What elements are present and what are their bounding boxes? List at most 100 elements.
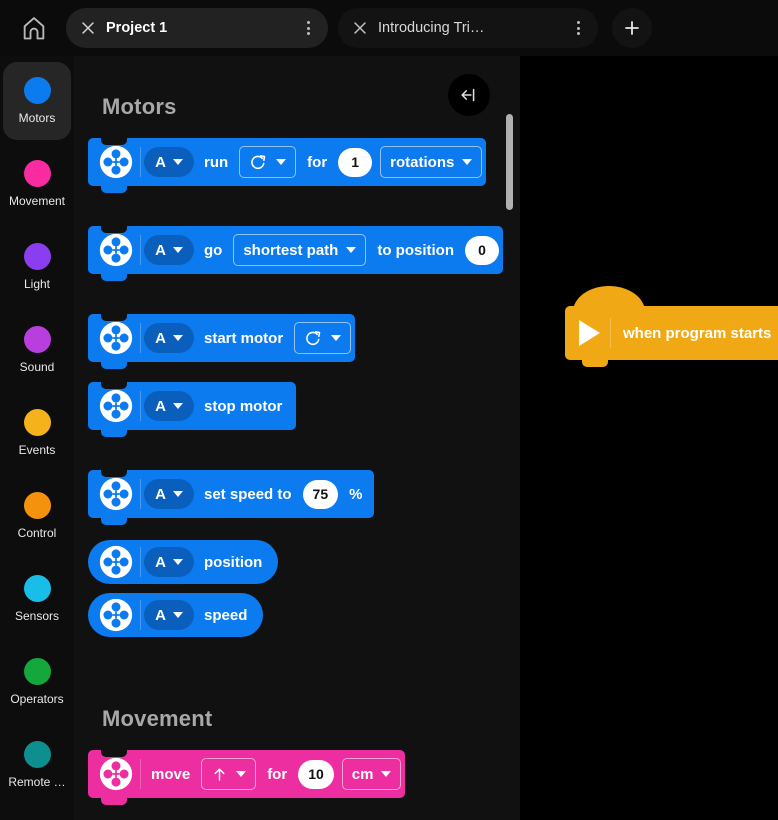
motor-wheel-icon: [92, 470, 140, 518]
sidebar-item-operators[interactable]: Operators: [3, 643, 71, 721]
sidebar-item-label: Motors: [18, 111, 56, 125]
port-select[interactable]: A: [144, 600, 194, 630]
category-color-dot: [23, 658, 51, 685]
kebab-menu-icon[interactable]: [300, 19, 316, 37]
close-icon[interactable]: [352, 20, 368, 36]
sidebar-item-remote[interactable]: Remote …: [3, 726, 71, 804]
chevron-down-icon: [381, 771, 392, 777]
block-motor-start[interactable]: A start motor: [88, 314, 356, 369]
block-label-for: for: [307, 153, 328, 171]
top-bar: Project 1 Introducing Tri…: [0, 0, 778, 56]
chevron-down-icon: [172, 403, 183, 409]
sidebar-item-sensors[interactable]: Sensors: [3, 560, 71, 638]
close-icon[interactable]: [80, 20, 96, 36]
chevron-down-icon: [462, 159, 473, 165]
category-color-dot: [23, 326, 51, 353]
chevron-down-icon: [172, 159, 183, 165]
chevron-down-icon: [346, 247, 357, 253]
category-color-dot: [23, 741, 51, 768]
distance-input[interactable]: 10: [298, 759, 334, 789]
port-select[interactable]: A: [144, 323, 194, 353]
kebab-menu-icon[interactable]: [570, 19, 586, 37]
block-label-percent: %: [349, 485, 363, 503]
motor-wheel-icon: [92, 382, 140, 430]
sidebar-item-events[interactable]: Events: [3, 394, 71, 472]
sidebar-item-label: Sensors: [14, 609, 60, 623]
chevron-down-icon: [172, 559, 183, 565]
port-value: A: [155, 485, 166, 503]
rotations-input[interactable]: 1: [338, 147, 373, 177]
plus-icon: [625, 21, 639, 35]
direction-select[interactable]: [294, 322, 352, 354]
block-label-stop-motor: stop motor: [204, 397, 283, 415]
unit-select[interactable]: rotations: [380, 146, 483, 178]
port-select[interactable]: A: [144, 391, 194, 421]
block-move-for[interactable]: move for 10 cm: [88, 750, 406, 805]
sidebar-item-control[interactable]: Control: [3, 477, 71, 555]
block-motor-run[interactable]: A run for 1 rotations: [88, 138, 487, 193]
category-sidebar: Motors Movement Light Sound Events Contr…: [0, 56, 74, 820]
sidebar-item-label: Movement: [8, 194, 66, 208]
sidebar-item-motors[interactable]: Motors: [3, 62, 71, 140]
collapse-palette-button[interactable]: [448, 74, 490, 116]
sidebar-item-light[interactable]: Light: [3, 228, 71, 306]
position-input[interactable]: 0: [465, 235, 499, 265]
new-tab-button[interactable]: [612, 8, 652, 48]
block-divider: [140, 547, 141, 577]
block-divider: [140, 147, 141, 177]
block-divider: [140, 391, 141, 421]
sidebar-item-label: Remote …: [8, 775, 66, 789]
chevron-down-icon: [172, 612, 183, 618]
chevron-down-icon: [236, 771, 247, 777]
clockwise-arrow-icon: [251, 154, 266, 169]
home-button[interactable]: [12, 6, 56, 50]
block-motor-goto-position[interactable]: A go shortest path to position 0: [88, 226, 503, 281]
distance-unit-select[interactable]: cm: [341, 758, 402, 790]
tab-introducing-tri[interactable]: Introducing Tri…: [338, 8, 598, 48]
block-divider: [140, 600, 141, 630]
port-select[interactable]: A: [144, 479, 194, 509]
block-motor-set-speed[interactable]: A set speed to 75 %: [88, 470, 375, 525]
program-canvas[interactable]: when program starts: [520, 56, 778, 820]
block-label-run: run: [204, 153, 229, 171]
block-motor-position[interactable]: A position: [88, 540, 279, 584]
motor-wheel-icon: [92, 314, 140, 362]
tab-label: Project 1: [106, 20, 168, 36]
sidebar-item-sound[interactable]: Sound: [3, 311, 71, 389]
port-select[interactable]: A: [144, 547, 194, 577]
block-label-start-motor: start motor: [204, 329, 284, 347]
speed-input[interactable]: 75: [302, 479, 339, 509]
motor-wheel-icon: [92, 226, 140, 274]
up-arrow-icon: [214, 767, 225, 781]
direction-select[interactable]: [239, 146, 297, 178]
path-select[interactable]: shortest path: [233, 234, 367, 266]
block-label-position: position: [204, 553, 263, 571]
category-color-dot: [23, 77, 51, 104]
block-motor-speed[interactable]: A speed: [88, 593, 264, 637]
sidebar-item-label: Control: [17, 526, 57, 540]
block-divider: [140, 323, 141, 353]
palette-scrollbar-thumb[interactable]: [506, 114, 513, 210]
move-direction-select[interactable]: [201, 758, 257, 790]
sidebar-item-movement[interactable]: Movement: [3, 145, 71, 223]
tab-project-1[interactable]: Project 1: [66, 8, 328, 48]
section-header-motors: Motors: [102, 94, 177, 119]
port-select[interactable]: A: [144, 147, 194, 177]
chevron-down-icon: [172, 335, 183, 341]
hat-block-label: when program starts: [623, 324, 772, 342]
sidebar-item-label: Sound: [19, 360, 55, 374]
block-label-move: move: [151, 765, 191, 783]
motor-wheel-icon: [92, 138, 140, 186]
block-label-for: for: [267, 765, 288, 783]
block-motor-stop[interactable]: A stop motor: [88, 382, 297, 437]
category-color-dot: [23, 243, 51, 270]
category-color-dot: [23, 409, 51, 436]
block-when-program-starts[interactable]: when program starts: [565, 286, 778, 367]
motor-wheel-icon: [92, 540, 140, 584]
category-color-dot: [23, 575, 51, 602]
port-value: A: [155, 241, 166, 259]
motor-wheel-icon: [92, 593, 140, 637]
block-palette: Motors A run for 1 rotations A go shorte…: [74, 56, 520, 820]
port-select[interactable]: A: [144, 235, 194, 265]
sidebar-item-label: Light: [23, 277, 51, 291]
